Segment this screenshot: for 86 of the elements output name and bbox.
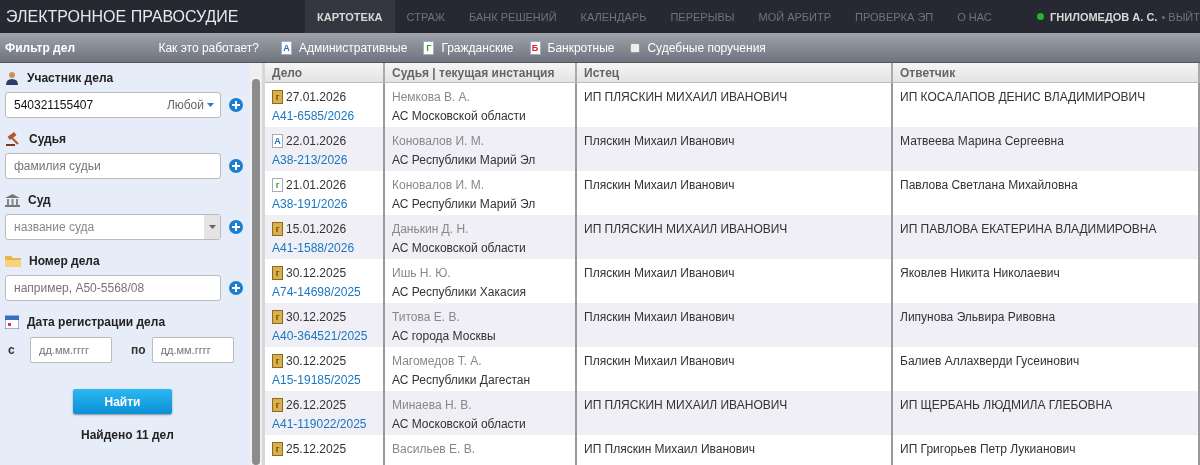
building-icon	[5, 193, 20, 207]
table-cell: Данькин Д. Н. АС Московской области	[385, 215, 577, 259]
case-link[interactable]: А15-19185/2025	[272, 373, 383, 387]
field-label: Номер дела	[29, 254, 100, 268]
case-type-icon: г	[272, 266, 283, 280]
folder-icon	[5, 255, 21, 267]
case-type-filter[interactable]: Б Банкротные	[529, 40, 615, 55]
table-cell: г 30.12.2025 А40-364521/2025	[265, 303, 385, 347]
case-link[interactable]: А41-1588/2026	[272, 241, 383, 255]
case-type-icon: г	[272, 442, 283, 456]
case-link[interactable]: А38-191/2026	[272, 197, 383, 211]
role-dropdown[interactable]: Любой	[166, 98, 220, 112]
case-type-icon: Б	[529, 40, 541, 55]
date-to-field[interactable]: дд.мм.гггг	[151, 337, 234, 363]
results-count: Найдено 11 дел	[81, 428, 175, 442]
table-cell: г 26.12.2025 А41-119022/2025	[265, 391, 385, 435]
case-link[interactable]: А74-14698/2025	[272, 285, 383, 299]
user-name: ГНИЛОМЕДОВ А. С.	[1050, 10, 1158, 23]
add-icon[interactable]	[229, 220, 243, 234]
caret-icon	[208, 225, 216, 229]
date-from-label: с	[7, 343, 16, 357]
column-header[interactable]: Истец	[577, 63, 893, 83]
column-header[interactable]: Ответчик	[893, 63, 1200, 83]
add-icon[interactable]	[229, 98, 243, 112]
case-link[interactable]: А41-119022/2025	[272, 417, 383, 431]
site-title: ЭЛЕКТРОННОЕ ПРАВОСУДИЕ	[5, 7, 240, 26]
judge-field[interactable]: фамилия судьи	[5, 153, 221, 179]
field-label: Судья	[29, 132, 67, 146]
case-link[interactable]: А40-364521/2025	[272, 329, 383, 343]
nav-tab[interactable]: КАРТОТЕКА	[305, 0, 395, 33]
add-icon[interactable]	[229, 159, 243, 173]
field-label: Участник дела	[27, 71, 114, 85]
table-cell: Пляскин Михаил Иванович	[577, 303, 893, 347]
gavel-icon	[5, 132, 21, 146]
case-type-icon: г	[272, 178, 283, 192]
checkbox[interactable]	[630, 42, 641, 53]
nav-tab[interactable]: О НАС	[945, 0, 1004, 33]
table-cell: Матвеева Марина Сергеевна	[893, 127, 1200, 171]
add-icon[interactable]	[229, 281, 243, 295]
calendar-icon	[5, 315, 19, 329]
participant-field[interactable]: 540321155407 Любой	[5, 92, 221, 118]
case-type-filter[interactable]: A Административные	[281, 40, 408, 55]
field-label: Дата регистрации дела	[27, 315, 166, 329]
table-cell: Минаева Н. В. АС Московской области	[385, 391, 577, 435]
date-to-label: по	[130, 343, 147, 357]
court-dropdown[interactable]: название суда	[5, 214, 221, 240]
case-type-icon: г	[272, 222, 283, 236]
case-type-filter[interactable]: Г Гражданские	[423, 40, 514, 55]
table-cell: ИП ПЛЯСКИН МИХАИЛ ИВАНОВИЧ	[577, 391, 893, 435]
case-link[interactable]: А38-213/2026	[272, 153, 383, 167]
nav-tab[interactable]: КАЛЕНДАРЬ	[568, 0, 659, 33]
case-type-icon: г	[272, 90, 283, 104]
case-number-field[interactable]: например, А50-5568/08	[5, 275, 221, 301]
table-cell: Пляскин Михаил Иванович	[577, 127, 893, 171]
person-icon	[5, 71, 19, 85]
logout-link[interactable]: • ВЫЙТ	[1161, 10, 1200, 23]
column-header[interactable]: Дело	[265, 63, 385, 83]
case-type-icon: A	[272, 134, 283, 148]
case-type-icon: Г	[423, 40, 435, 55]
nav-tab[interactable]: БАНК РЕШЕНИЙ	[457, 0, 569, 33]
table-cell: ИП ЩЕРБАНЬ ЛЮДМИЛА ГЛЕБОВНА	[893, 391, 1200, 435]
case-type-icon: A	[281, 40, 292, 55]
help-link[interactable]: Как это работает?	[158, 40, 259, 55]
table-cell: Липунова Эльвира Ривовна	[893, 303, 1200, 347]
case-link[interactable]: А41-6585/2026	[272, 109, 383, 123]
column-header[interactable]: Судья | текущая инстанция	[385, 63, 577, 83]
table-cell: г 15.01.2026 А41-1588/2026	[265, 215, 385, 259]
caret-icon	[207, 103, 214, 107]
case-type-icon: г	[272, 354, 283, 368]
case-type-icon: г	[272, 398, 283, 412]
filter-title: Фильтр дел	[5, 40, 76, 55]
search-button[interactable]: Найти	[73, 389, 172, 414]
nav-tab[interactable]: СТРАЖ	[394, 0, 457, 33]
table-cell: ИП ПЛЯСКИН МИХАИЛ ИВАНОВИЧ	[577, 215, 893, 259]
table-cell: Коновалов И. М. АС Республики Марий Эл	[385, 127, 577, 171]
nav-tab[interactable]: ПЕРЕРЫВЫ	[658, 0, 747, 33]
case-type-icon: г	[272, 310, 283, 324]
table-cell: A 22.01.2026 А38-213/2026	[265, 127, 385, 171]
field-label: Суд	[28, 193, 51, 207]
table-cell: Титова Е. В. АС города Москвы	[385, 303, 577, 347]
table-cell: ИП ПАВЛОВА ЕКАТЕРИНА ВЛАДИМИРОВНА	[893, 215, 1200, 259]
nav-tab[interactable]: МОЙ АРБИТР	[746, 0, 843, 33]
nav-tab[interactable]: ПРОВЕРКА ЭП	[843, 0, 946, 33]
scrollbar[interactable]	[250, 63, 262, 465]
date-from-field[interactable]: дд.мм.гггг	[30, 337, 112, 363]
case-type-filter[interactable]: Судебные поручения	[630, 40, 766, 55]
